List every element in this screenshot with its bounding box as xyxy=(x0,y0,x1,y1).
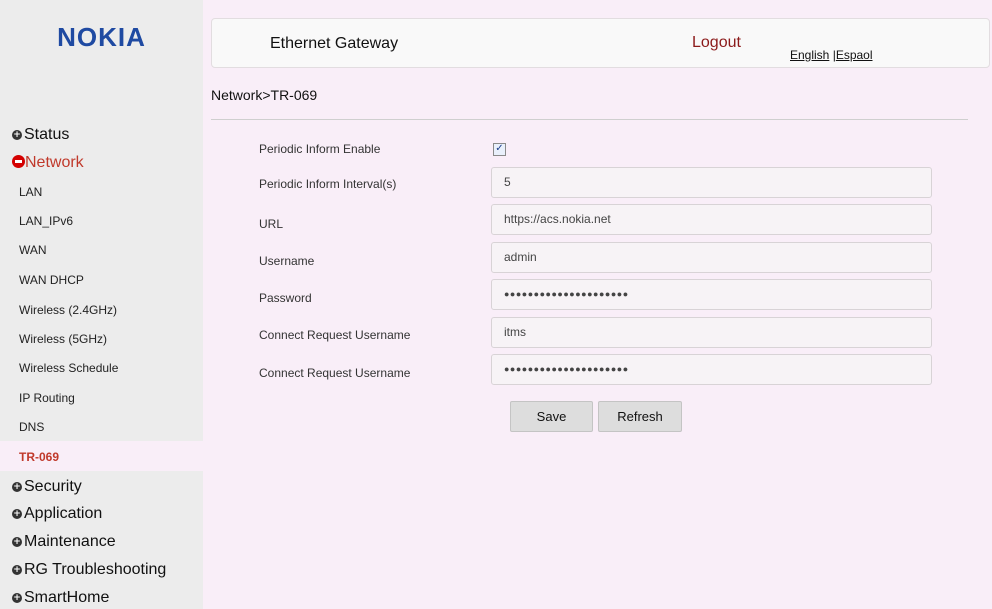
sidebar-item-dns[interactable]: DNS xyxy=(19,418,44,436)
header-bar: Ethernet Gateway Logout English |Espaol xyxy=(211,18,990,68)
sidebar-item-wireless-schedule[interactable]: Wireless Schedule xyxy=(19,359,118,377)
menu-security-label: Security xyxy=(24,478,82,495)
periodic-inform-enable-checkbox[interactable]: ✓ xyxy=(493,143,506,156)
plus-circle-icon: + xyxy=(12,593,22,603)
nokia-logo: NOKIA xyxy=(57,22,146,52)
plus-circle-icon: + xyxy=(12,130,22,140)
plus-circle-icon: + xyxy=(12,509,22,519)
plus-circle-icon: + xyxy=(12,537,22,547)
menu-rg-troubleshooting-label: RG Troubleshooting xyxy=(24,561,167,578)
sidebar-item-wireless-24ghz[interactable]: Wireless (2.4GHz) xyxy=(19,301,117,319)
menu-network[interactable]: Network xyxy=(12,152,84,174)
url-input[interactable]: https://acs.nokia.net xyxy=(491,204,932,235)
lang-english-link[interactable]: English xyxy=(790,48,829,62)
breadcrumb: Network>TR-069 xyxy=(211,87,318,103)
language-switcher: English |Espaol xyxy=(790,48,873,62)
menu-security[interactable]: + Security xyxy=(12,476,82,498)
connect-request-password-input[interactable]: ●●●●●●●●●●●●●●●●●●●●● xyxy=(491,354,932,385)
divider xyxy=(211,119,968,120)
plus-circle-icon: + xyxy=(12,482,22,492)
sidebar-item-ip-routing[interactable]: IP Routing xyxy=(19,389,75,407)
connect-request-username-input[interactable]: itms xyxy=(491,317,932,348)
menu-application-label: Application xyxy=(24,505,103,522)
menu-maintenance-label: Maintenance xyxy=(24,533,116,550)
menu-application[interactable]: + Application xyxy=(12,503,102,525)
plus-circle-icon: + xyxy=(12,565,22,575)
menu-smarthome-label: SmartHome xyxy=(24,589,110,606)
menu-rg-troubleshooting[interactable]: + RG Troubleshooting xyxy=(12,559,166,581)
username-input[interactable]: admin xyxy=(491,242,932,273)
menu-status[interactable]: + Status xyxy=(12,124,69,146)
connect-request-username-label: Connect Request Username xyxy=(259,328,411,342)
password-input[interactable]: ●●●●●●●●●●●●●●●●●●●●● xyxy=(491,279,932,310)
sidebar-item-lan[interactable]: LAN xyxy=(19,183,42,201)
sidebar-item-lan-ipv6[interactable]: LAN_IPv6 xyxy=(19,212,73,230)
password-label: Password xyxy=(259,291,312,305)
save-button[interactable]: Save xyxy=(510,401,593,432)
page-title: Ethernet Gateway xyxy=(270,35,399,52)
periodic-inform-interval-label: Periodic Inform Interval(s) xyxy=(259,177,397,191)
sidebar-item-wan[interactable]: WAN xyxy=(19,241,47,259)
refresh-button[interactable]: Refresh xyxy=(598,401,682,432)
sidebar: NOKIA + Status Network LAN LAN_IPv6 WAN W… xyxy=(0,0,203,609)
lang-espaol-link[interactable]: Espaol xyxy=(836,48,873,62)
sidebar-item-wireless-5ghz[interactable]: Wireless (5GHz) xyxy=(19,330,107,348)
menu-network-label: Network xyxy=(25,154,84,171)
username-label: Username xyxy=(259,254,315,268)
menu-maintenance[interactable]: + Maintenance xyxy=(12,531,116,553)
sidebar-item-wan-dhcp[interactable]: WAN DHCP xyxy=(19,271,84,289)
sidebar-item-tr069[interactable]: TR-069 xyxy=(19,448,59,466)
main-content: Ethernet Gateway Logout English |Espaol … xyxy=(203,0,992,609)
menu-smarthome[interactable]: + SmartHome xyxy=(12,587,109,609)
url-label: URL xyxy=(259,217,284,231)
connect-request-password-label: Connect Request Username xyxy=(259,366,411,380)
periodic-inform-interval-input[interactable]: 5 xyxy=(491,167,932,198)
menu-status-label: Status xyxy=(24,126,70,143)
periodic-inform-enable-label: Periodic Inform Enable xyxy=(259,142,381,156)
minus-circle-icon xyxy=(12,155,25,168)
logo-area: NOKIA xyxy=(0,0,203,80)
logout-link[interactable]: Logout xyxy=(692,34,741,52)
